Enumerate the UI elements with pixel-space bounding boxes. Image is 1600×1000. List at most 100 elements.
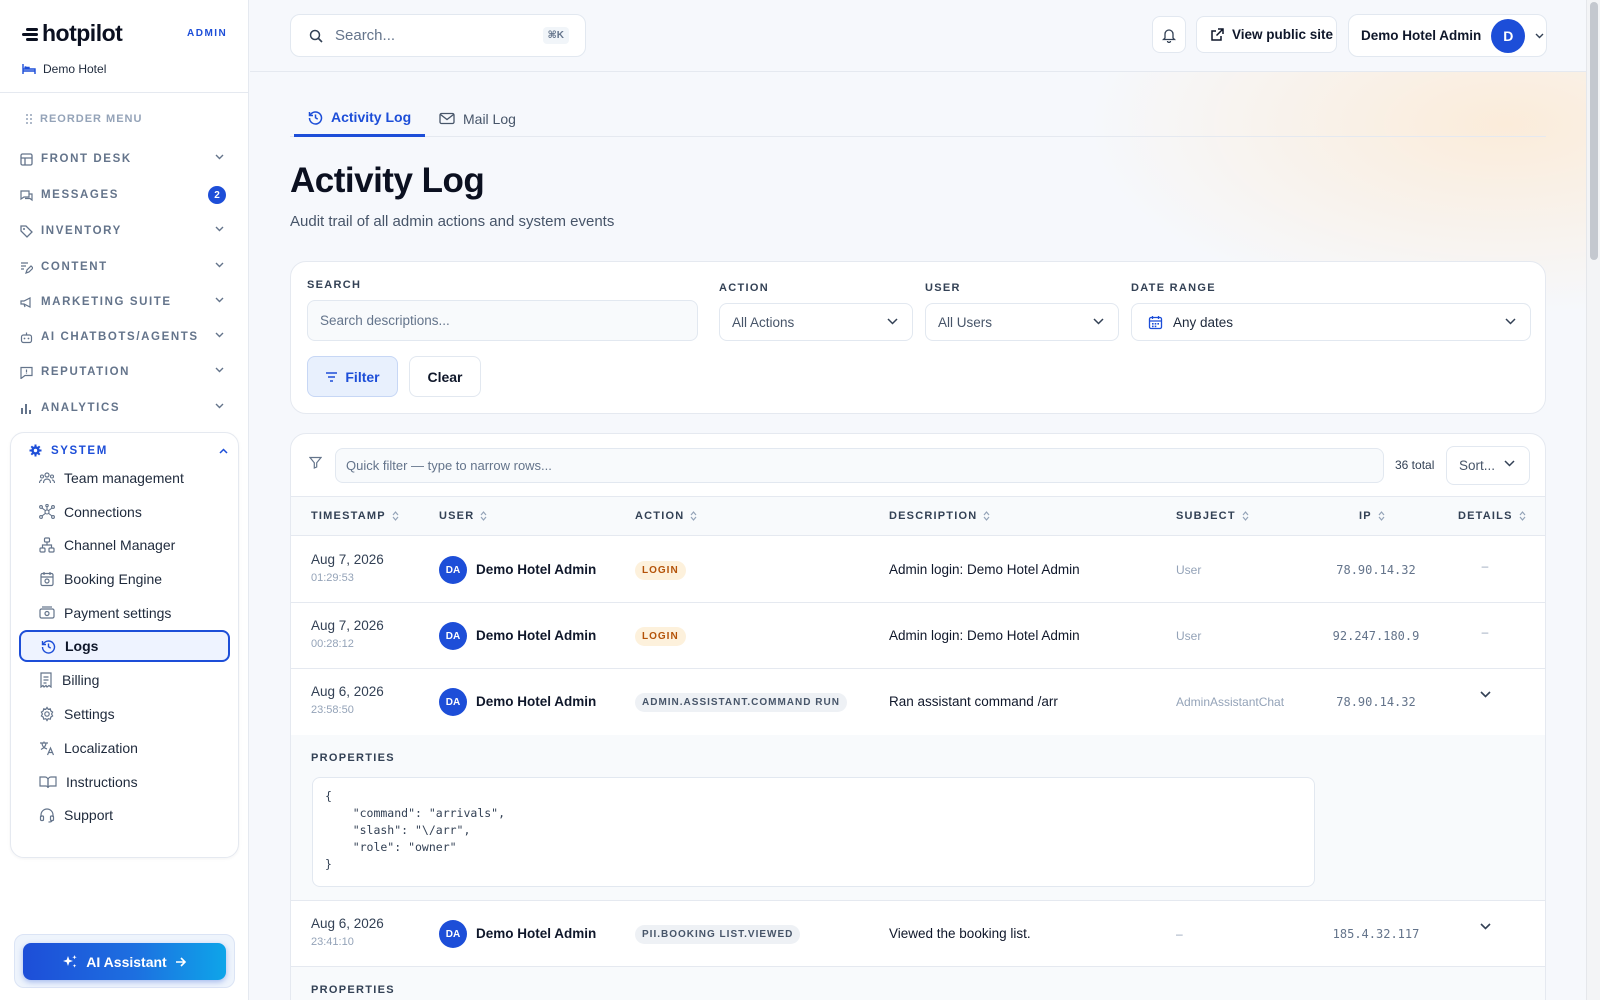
avatar: DA — [439, 622, 467, 650]
sort-icon — [480, 511, 487, 521]
column-label: DETAILS — [1458, 510, 1513, 522]
row-ip: 78.90.14.32 — [1336, 695, 1416, 709]
drag-handle-icon — [26, 114, 32, 124]
system-item-payment-settings[interactable]: Payment settings — [39, 598, 229, 628]
date-range-value: Any dates — [1173, 314, 1234, 330]
tab-label: Activity Log — [331, 109, 412, 125]
expand-row-button[interactable] — [1455, 923, 1515, 930]
page-subtitle: Audit trail of all admin actions and sys… — [290, 213, 615, 230]
column-label: ACTION — [635, 510, 685, 522]
system-item-instructions[interactable]: Instructions — [39, 767, 229, 797]
chevron-down-icon — [215, 297, 224, 303]
clear-button[interactable]: Clear — [409, 356, 481, 397]
system-item-label: Logs — [65, 638, 99, 654]
system-item-settings[interactable]: Settings — [39, 699, 229, 729]
nav-content[interactable]: CONTENT — [20, 255, 230, 279]
nav-label: MARKETING SUITE — [41, 296, 172, 308]
search-filter-label: SEARCH — [307, 279, 362, 291]
properties-label: PROPERTIES — [311, 752, 395, 764]
description-search-input[interactable]: Search descriptions... — [307, 300, 698, 341]
column-label: TIMESTAMP — [311, 510, 386, 522]
ai-assistant-button[interactable]: AI Assistant — [23, 943, 226, 980]
column-header-ip[interactable]: IP — [1359, 510, 1385, 522]
reorder-label: REORDER MENU — [40, 113, 143, 125]
system-item-billing[interactable]: Billing — [39, 665, 229, 695]
row-description: Admin login: Demo Hotel Admin — [889, 628, 1080, 643]
system-item-support[interactable]: Support — [39, 800, 229, 830]
tab-mail-log[interactable]: Mail Log — [425, 100, 530, 137]
column-header-action[interactable]: ACTION — [635, 510, 697, 522]
system-item-localization[interactable]: Localization — [39, 733, 229, 763]
nav-inventory[interactable]: INVENTORY — [20, 219, 230, 243]
chevron-down-icon — [1535, 33, 1544, 38]
view-public-site-button[interactable]: View public site — [1196, 16, 1337, 53]
chat-icon — [20, 189, 33, 201]
system-item-booking-engine[interactable]: Booking Engine — [39, 564, 229, 594]
receipt-icon — [40, 672, 52, 688]
column-header-timestamp[interactable]: TIMESTAMP — [311, 510, 399, 522]
reorder-menu-button[interactable]: REORDER MENU — [26, 113, 142, 125]
row-user: Demo Hotel Admin — [476, 926, 597, 941]
sort-select[interactable]: Sort... — [1446, 446, 1530, 485]
logo-mark-icon — [22, 27, 38, 41]
date-range-select[interactable]: Any dates — [1131, 303, 1531, 341]
brand-logo[interactable]: hotpilot — [22, 20, 123, 47]
chevron-down-icon — [215, 403, 224, 409]
system-item-label: Support — [64, 807, 114, 823]
bar-chart-icon — [21, 403, 31, 414]
filter-button[interactable]: Filter — [307, 356, 398, 397]
view-public-site-label: View public site — [1232, 27, 1334, 42]
column-label: IP — [1359, 510, 1372, 522]
row-date: Aug 6, 2026 — [311, 916, 384, 931]
system-item-label: Team management — [64, 470, 184, 486]
scrollbar-thumb[interactable] — [1590, 2, 1598, 260]
action-select[interactable]: All Actions — [719, 303, 913, 341]
filter-panel: SEARCH Search descriptions... ACTION All… — [290, 261, 1546, 414]
divider — [0, 92, 248, 93]
table-row[interactable]: Aug 6, 2026 23:41:10 DA Demo Hotel Admin… — [291, 901, 1545, 967]
sort-value: Sort... — [1459, 458, 1496, 473]
system-item-team-management[interactable]: Team management — [39, 463, 229, 493]
notifications-button[interactable] — [1152, 16, 1186, 53]
system-item-connections[interactable]: Connections — [39, 497, 229, 527]
row-user: Demo Hotel Admin — [476, 562, 597, 577]
column-header-details[interactable]: DETAILS — [1458, 510, 1526, 522]
global-search-input[interactable]: Search... ⌘K — [290, 14, 586, 57]
search-placeholder: Search... — [335, 27, 396, 44]
system-item-channel-manager[interactable]: Channel Manager — [39, 530, 229, 560]
table-row[interactable]: Aug 6, 2026 23:58:50 DA Demo Hotel Admin… — [291, 669, 1545, 735]
nav-front-desk[interactable]: FRONT DESK — [20, 147, 230, 171]
activity-table: Quick filter — type to narrow rows... 36… — [290, 433, 1546, 1000]
nav-label: CONTENT — [41, 261, 108, 273]
nav-label: MESSAGES — [41, 189, 119, 201]
row-details: – — [1481, 625, 1489, 639]
table-row[interactable]: Aug 7, 2026 00:28:12 DA Demo Hotel Admin… — [291, 603, 1545, 669]
table-header: TIMESTAMP USER ACTION DESCRIPTION SUBJEC… — [291, 496, 1545, 536]
column-header-subject[interactable]: SUBJECT — [1176, 510, 1249, 522]
bot-icon — [20, 332, 33, 343]
nav-reputation[interactable]: REPUTATION — [20, 360, 230, 384]
nav-ai-chatbots[interactable]: AI CHATBOTS/AGENTS — [20, 325, 230, 349]
system-item-label: Payment settings — [64, 605, 172, 621]
column-header-description[interactable]: DESCRIPTION — [889, 510, 990, 522]
expand-row-button[interactable] — [1455, 691, 1515, 698]
column-header-user[interactable]: USER — [439, 510, 487, 522]
user-select[interactable]: All Users — [925, 303, 1119, 341]
search-icon — [309, 29, 323, 43]
table-row[interactable]: Aug 7, 2026 01:29:53 DA Demo Hotel Admin… — [291, 537, 1545, 603]
tab-activity-log[interactable]: Activity Log — [294, 100, 426, 137]
system-item-logs[interactable]: Logs — [19, 630, 230, 662]
account-menu[interactable]: Demo Hotel Admin D — [1348, 14, 1547, 57]
calendar-settings-icon — [40, 572, 54, 587]
quick-filter-input[interactable]: Quick filter — type to narrow rows... — [335, 448, 1384, 483]
sort-icon — [983, 511, 990, 521]
nav-marketing-suite[interactable]: MARKETING SUITE — [20, 290, 230, 314]
date-range-label: DATE RANGE — [1131, 282, 1216, 294]
hotel-selector[interactable]: Demo Hotel — [22, 62, 106, 76]
system-header[interactable]: SYSTEM — [29, 444, 228, 457]
page-scrollbar[interactable] — [1586, 0, 1600, 1000]
nav-analytics[interactable]: ANALYTICS — [20, 396, 230, 420]
ai-assistant-label: AI Assistant — [86, 953, 167, 970]
history-icon — [41, 639, 56, 654]
nav-messages[interactable]: MESSAGES 2 — [20, 183, 230, 207]
